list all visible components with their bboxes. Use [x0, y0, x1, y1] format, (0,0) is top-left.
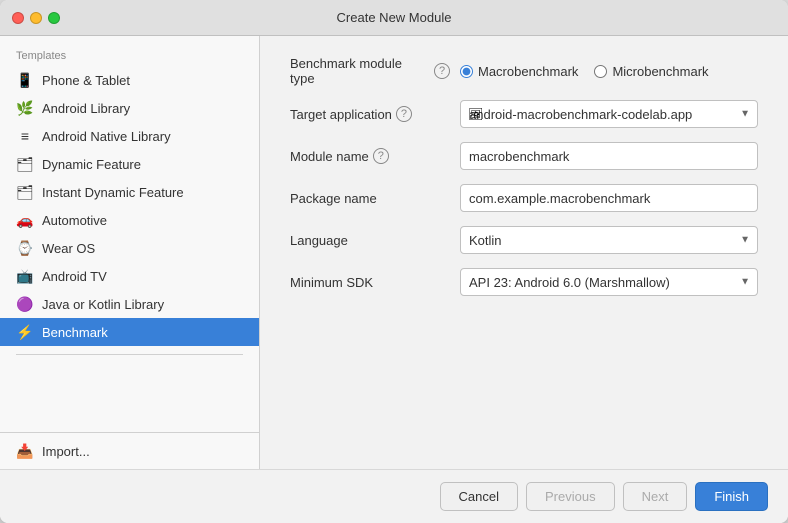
sidebar-divider [16, 354, 243, 355]
sidebar-item-automotive[interactable]: 🚗 Automotive [0, 206, 259, 234]
language-dropdown-wrapper: KotlinJava ▼ [460, 226, 758, 254]
sidebar-item-wear-os[interactable]: ⌚ Wear OS [0, 234, 259, 262]
package-name-row: Package name [290, 184, 758, 212]
sidebar-item-label: Benchmark [42, 325, 108, 340]
sidebar-item-label: Automotive [42, 213, 107, 228]
language-select[interactable]: KotlinJava [460, 226, 758, 254]
sidebar-item-label: Android Library [42, 101, 130, 116]
sidebar-item-label: Import... [42, 444, 90, 459]
package-name-input[interactable] [460, 184, 758, 212]
maximize-button[interactable] [48, 12, 60, 24]
module-name-label: Module name ? [290, 148, 450, 164]
previous-button[interactable]: Previous [526, 482, 615, 511]
wear-os-icon: ⌚ [16, 239, 34, 257]
sidebar-item-instant-dynamic-feature[interactable]: 🗂 Instant Dynamic Feature [0, 178, 259, 206]
dialog-body: Templates 📱 Phone & Tablet 🌿 Android Lib… [0, 36, 788, 469]
dialog-footer: Cancel Previous Next Finish [0, 469, 788, 523]
sidebar-item-android-native-library[interactable]: ≡ Android Native Library [0, 122, 259, 150]
automotive-icon: 🚗 [16, 211, 34, 229]
minimum-sdk-row: Minimum SDK API 23: Android 6.0 (Marshma… [290, 268, 758, 296]
module-name-help-icon[interactable]: ? [373, 148, 389, 164]
target-application-dropdown-wrapper: 🖼 android-macrobenchmark-codelab.app ▼ [460, 100, 758, 128]
finish-button[interactable]: Finish [695, 482, 768, 511]
microbenchmark-option[interactable]: Microbenchmark [594, 64, 708, 79]
minimum-sdk-label: Minimum SDK [290, 275, 450, 290]
window-controls [12, 12, 60, 24]
benchmark-module-type-help-icon[interactable]: ? [434, 63, 450, 79]
main-content: Benchmark module type ? Macrobenchmark M… [260, 36, 788, 469]
benchmark-icon: ⚡ [16, 323, 34, 341]
sidebar-item-android-tv[interactable]: 📺 Android TV [0, 262, 259, 290]
macrobenchmark-option[interactable]: Macrobenchmark [460, 64, 578, 79]
android-tv-icon: 📺 [16, 267, 34, 285]
package-name-label: Package name [290, 191, 450, 206]
sidebar-item-java-kotlin-library[interactable]: 🟣 Java or Kotlin Library [0, 290, 259, 318]
close-button[interactable] [12, 12, 24, 24]
import-icon: 📥 [16, 442, 34, 460]
sidebar-item-label: Dynamic Feature [42, 157, 141, 172]
target-application-row: Target application ? 🖼 android-macrobenc… [290, 100, 758, 128]
minimum-sdk-dropdown-wrapper: API 23: Android 6.0 (Marshmallow)API 24:… [460, 268, 758, 296]
sidebar-item-import[interactable]: 📥 Import... [0, 437, 259, 465]
sidebar-item-dynamic-feature[interactable]: 🗂 Dynamic Feature [0, 150, 259, 178]
android-library-icon: 🌿 [16, 99, 34, 117]
module-type-radio-group: Macrobenchmark Microbenchmark [460, 64, 758, 79]
sidebar: Templates 📱 Phone & Tablet 🌿 Android Lib… [0, 36, 260, 469]
sidebar-section-label: Templates [0, 44, 259, 66]
dynamic-feature-icon: 🗂 [16, 155, 34, 173]
dialog-title: Create New Module [337, 10, 452, 25]
package-name-field [460, 184, 758, 212]
sidebar-item-label: Wear OS [42, 241, 95, 256]
target-application-help-icon[interactable]: ? [396, 106, 412, 122]
benchmark-module-type-row: Benchmark module type ? Macrobenchmark M… [290, 56, 758, 86]
create-new-module-dialog: Create New Module Templates 📱 Phone & Ta… [0, 0, 788, 523]
module-name-field [460, 142, 758, 170]
native-library-icon: ≡ [16, 127, 34, 145]
macrobenchmark-radio[interactable] [460, 65, 473, 78]
target-application-label: Target application ? [290, 106, 450, 122]
sidebar-item-label: Android Native Library [42, 129, 171, 144]
next-button[interactable]: Next [623, 482, 688, 511]
java-kotlin-library-icon: 🟣 [16, 295, 34, 313]
cancel-button[interactable]: Cancel [440, 482, 518, 511]
target-application-select[interactable]: android-macrobenchmark-codelab.app [460, 100, 758, 128]
minimize-button[interactable] [30, 12, 42, 24]
benchmark-module-type-label: Benchmark module type ? [290, 56, 450, 86]
sidebar-item-label: Instant Dynamic Feature [42, 185, 184, 200]
title-bar: Create New Module [0, 0, 788, 36]
instant-dynamic-feature-icon: 🗂 [16, 183, 34, 201]
language-label: Language [290, 233, 450, 248]
sidebar-item-label: Android TV [42, 269, 107, 284]
module-name-input[interactable] [460, 142, 758, 170]
sidebar-item-android-library[interactable]: 🌿 Android Library [0, 94, 259, 122]
module-name-row: Module name ? [290, 142, 758, 170]
minimum-sdk-select[interactable]: API 23: Android 6.0 (Marshmallow)API 24:… [460, 268, 758, 296]
sidebar-item-label: Java or Kotlin Library [42, 297, 164, 312]
sidebar-footer: 📥 Import... [0, 432, 259, 469]
language-row: Language KotlinJava ▼ [290, 226, 758, 254]
sidebar-item-label: Phone & Tablet [42, 73, 130, 88]
sidebar-item-benchmark[interactable]: ⚡ Benchmark [0, 318, 259, 346]
sidebar-item-phone-tablet[interactable]: 📱 Phone & Tablet [0, 66, 259, 94]
microbenchmark-radio[interactable] [594, 65, 607, 78]
phone-tablet-icon: 📱 [16, 71, 34, 89]
